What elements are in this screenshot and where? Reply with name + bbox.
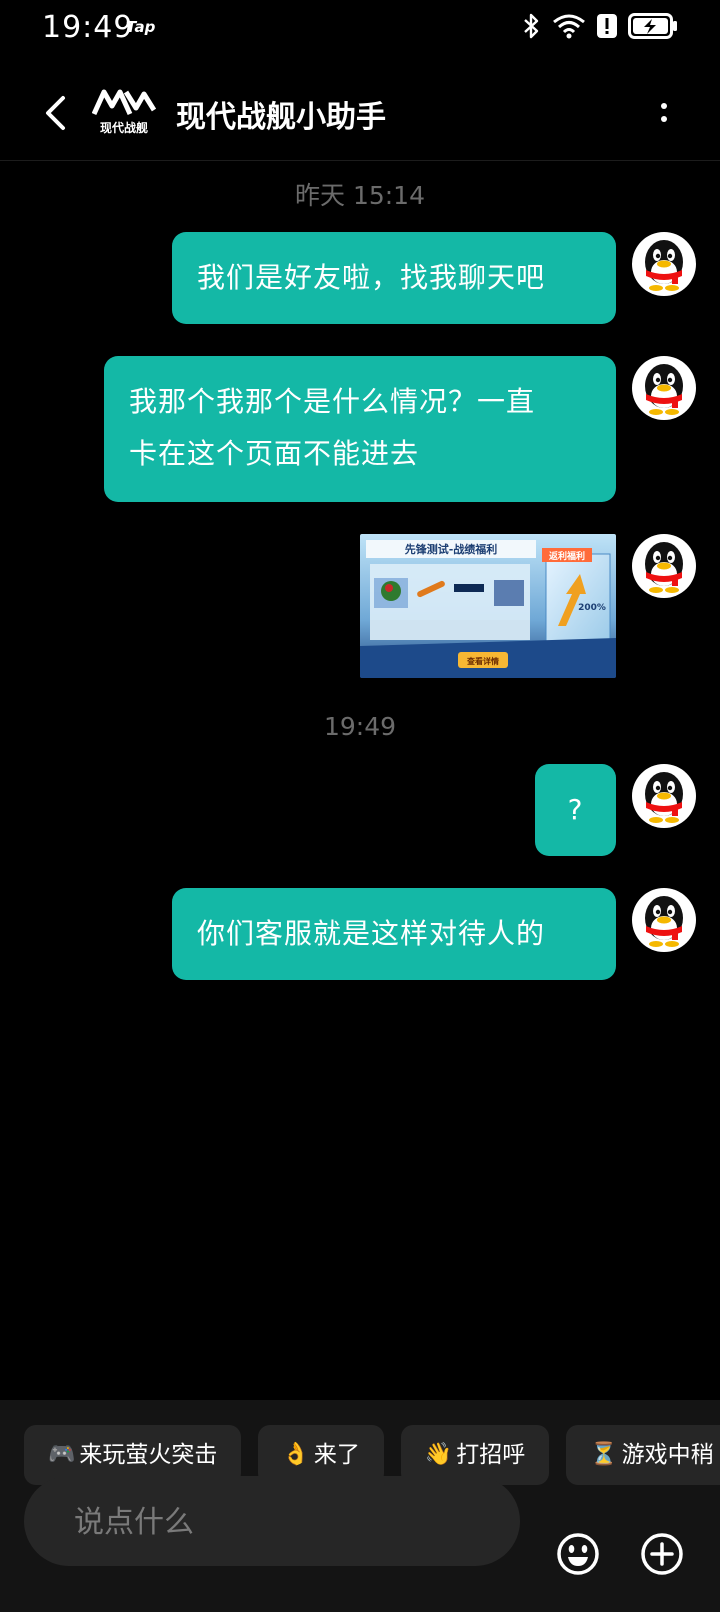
avatar[interactable] [632,356,696,420]
message-text: ? [567,793,584,826]
back-button[interactable] [30,88,80,138]
bluetooth-icon [524,13,539,39]
logo-text: 现代战舰 [99,121,148,135]
plus-circle-icon [641,1533,683,1575]
logo-mark-icon [91,89,157,116]
chat-title: 现代战舰小助手 [176,100,386,135]
more-dot-icon [661,115,667,122]
quick-reply-chip[interactable]: ⏳ 游戏中稍 [566,1425,720,1485]
more-options-button[interactable] [652,92,676,132]
wifi-icon [553,14,585,39]
penguin-avatar-icon [645,896,683,947]
status-app-label: Tap [126,18,156,36]
status-icons [522,12,678,40]
chevron-left-icon [46,96,65,130]
message-input[interactable] [72,1476,496,1568]
image-title: 先锋测试-战绩福利 [405,542,498,556]
emoji-button[interactable] [556,1532,600,1576]
timestamp: 昨天 15:14 [295,181,425,210]
game-promo-image: 先锋测试-战绩福利 返利福利 200% 查看详情 [360,534,616,678]
penguin-avatar-icon [645,364,683,415]
status-bar: 19:49 Tap [0,0,720,56]
quick-reply-label: 游戏中稍 [621,1442,714,1468]
message-text: 卡在这个页面不能进去 [129,437,420,470]
alert-icon [597,14,617,38]
message-bubble[interactable]: 我那个我那个是什么情况？一直 卡在这个页面不能进去 [104,356,616,502]
message-bubble[interactable]: ? [535,764,616,856]
image-percent: 200% [578,603,606,613]
avatar[interactable] [632,888,696,952]
message-text: 你们客服就是这样对待人的 [197,917,546,950]
message-bubble[interactable]: 你们客服就是这样对待人的 [172,888,616,980]
penguin-avatar-icon [645,542,683,593]
app-logo: 现代战舰 [91,88,157,136]
more-dot-icon [661,102,667,109]
avatar[interactable] [632,534,696,598]
add-attachment-button[interactable] [640,1532,684,1576]
timestamp: 19:49 [323,712,397,741]
message-text: 我那个我那个是什么情况？一直 [129,385,536,418]
chat-header: 现代战舰 现代战舰小助手 [0,70,720,161]
avatar[interactable] [632,232,696,296]
message-text: 我们是好友啦，找我聊天吧 [197,261,546,294]
image-badge: 返利福利 [549,550,585,562]
image-message[interactable]: 先锋测试-战绩福利 返利福利 200% 查看详情 [360,534,616,678]
penguin-avatar-icon [645,240,683,291]
battery-charging-icon [628,13,677,39]
avatar[interactable] [632,764,696,828]
hourglass-icon: ⏳ [590,1442,618,1467]
message-input-container [24,1476,520,1568]
status-time: 19:49 [42,10,134,45]
penguin-avatar-icon [645,772,683,823]
image-button-text: 查看详情 [467,656,499,666]
smiley-icon [557,1533,599,1575]
message-bubble[interactable]: 我们是好友啦，找我聊天吧 [172,232,616,324]
